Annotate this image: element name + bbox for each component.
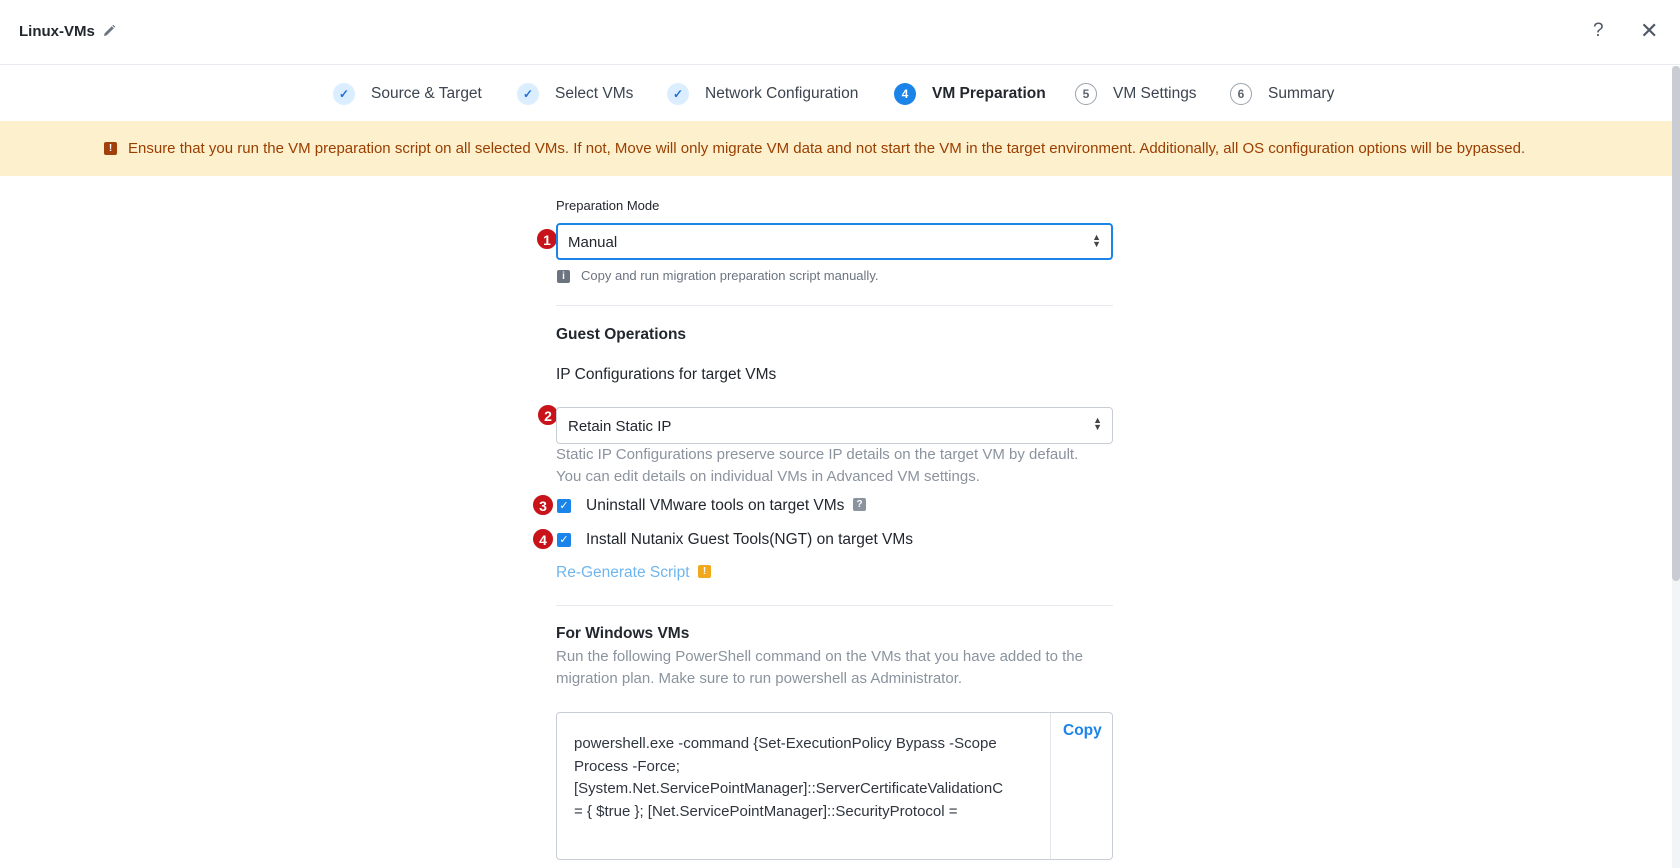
step-number: 6 (1230, 83, 1252, 105)
uninstall-vmware-checkbox[interactable]: ✓ (557, 499, 571, 513)
divider (556, 305, 1113, 306)
step-label: VM Preparation (932, 85, 1046, 102)
step-vm-preparation[interactable]: 4 VM Preparation (894, 82, 1046, 106)
uninstall-vmware-label: Uninstall VMware tools on target VMs (586, 497, 845, 514)
info-icon: i (557, 270, 570, 283)
preparation-mode-label: Preparation Mode (556, 198, 660, 213)
warning-icon: ! (698, 565, 711, 578)
annotation-badge-3: 3 (532, 494, 554, 516)
code-line: = { $true }; [Net.ServicePointManager]::… (574, 802, 958, 820)
copy-divider (1050, 713, 1051, 859)
step-label: VM Settings (1113, 85, 1197, 102)
step-label: Select VMs (555, 85, 634, 102)
divider (556, 605, 1113, 606)
guest-operations-title: Guest Operations (556, 326, 687, 343)
install-ngt-label: Install Nutanix Guest Tools(NGT) on targ… (586, 531, 914, 548)
wizard-stepper: ✓ Source & Target ✓ Select VMs ✓ Network… (0, 66, 1680, 121)
ip-config-label: IP Configurations for target VMs (556, 366, 777, 383)
windows-desc-line2: migration plan. Make sure to run powersh… (556, 670, 963, 687)
ip-config-select[interactable]: Retain Static IP ▲ ▼ (556, 407, 1113, 444)
step-check-icon: ✓ (517, 83, 539, 105)
preparation-mode-select[interactable]: Manual ▲ ▼ (556, 223, 1113, 260)
powershell-command-text[interactable]: powershell.exe -command {Set-ExecutionPo… (574, 733, 1004, 833)
install-ngt-checkbox[interactable]: ✓ (557, 533, 571, 547)
annotation-badge-4: 4 (532, 528, 554, 550)
copy-button[interactable]: Copy (1063, 722, 1102, 740)
step-label: Network Configuration (705, 85, 859, 102)
plan-title: Linux-VMs (19, 23, 95, 40)
scrollbar-thumb[interactable] (1672, 66, 1680, 581)
code-line: Process -Force; (574, 757, 680, 775)
step-number: 4 (894, 83, 916, 105)
preparation-mode-value: Manual (568, 234, 618, 251)
select-arrows-icon: ▲ ▼ (1093, 415, 1102, 432)
step-summary[interactable]: 6 Summary (1230, 82, 1334, 106)
step-check-icon: ✓ (333, 83, 355, 105)
step-source-target[interactable]: ✓ Source & Target (333, 82, 482, 106)
warning-text: Ensure that you run the VM preparation s… (128, 140, 1526, 157)
step-network-configuration[interactable]: ✓ Network Configuration (667, 82, 858, 106)
pencil-icon[interactable] (102, 24, 116, 38)
regenerate-script-link[interactable]: Re-Generate Script (556, 564, 690, 582)
step-label: Summary (1268, 85, 1335, 102)
code-line: [System.Net.ServicePointManager]::Server… (574, 780, 1004, 797)
step-label: Source & Target (371, 85, 482, 102)
preparation-mode-hint: Copy and run migration preparation scrip… (581, 268, 879, 283)
step-vm-settings[interactable]: 5 VM Settings (1075, 82, 1197, 106)
warning-icon: ! (104, 142, 117, 155)
help-icon[interactable]: ? (1593, 20, 1604, 42)
step-select-vms[interactable]: ✓ Select VMs (517, 82, 633, 106)
close-icon[interactable]: ✕ (1640, 19, 1658, 43)
annotation-badge-1: 1 (536, 228, 558, 250)
warning-banner: ! Ensure that you run the VM preparation… (0, 121, 1672, 176)
code-line: powershell.exe -command {Set-ExecutionPo… (574, 735, 997, 752)
help-tooltip-icon[interactable]: ? (853, 498, 866, 511)
top-bar: Linux-VMs ? ✕ (0, 0, 1680, 65)
step-number: 5 (1075, 83, 1097, 105)
ip-config-hint-line2: You can edit details on individual VMs i… (556, 468, 980, 485)
step-check-icon: ✓ (667, 83, 689, 105)
select-arrows-icon: ▲ ▼ (1092, 232, 1101, 249)
ip-config-value: Retain Static IP (568, 418, 672, 435)
windows-vms-title: For Windows VMs (556, 625, 690, 642)
ip-config-hint-line1: Static IP Configurations preserve source… (556, 446, 1079, 463)
windows-desc-line1: Run the following PowerShell command on … (556, 648, 1083, 665)
powershell-command-box[interactable]: powershell.exe -command {Set-ExecutionPo… (556, 712, 1113, 860)
